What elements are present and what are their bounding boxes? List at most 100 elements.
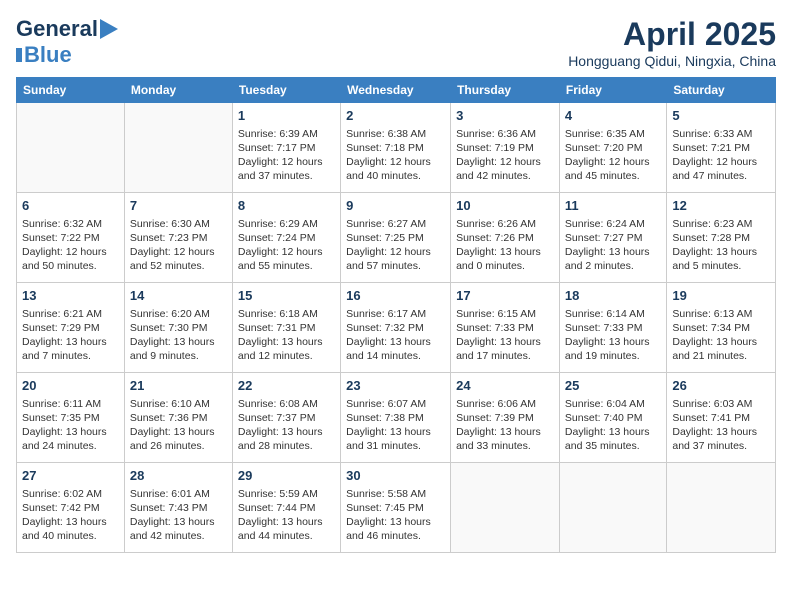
calendar-cell: 7 Sunrise: 6:30 AM Sunset: 7:23 PM Daylig…	[124, 193, 232, 283]
day-number: 18	[565, 287, 661, 305]
calendar-cell: 17 Sunrise: 6:15 AM Sunset: 7:33 PM Dayli…	[451, 283, 560, 373]
weekday-thursday: Thursday	[451, 78, 560, 103]
calendar-cell	[559, 463, 666, 553]
day-number: 7	[130, 197, 227, 215]
week-row-1: 6 Sunrise: 6:32 AM Sunset: 7:22 PM Daylig…	[17, 193, 776, 283]
day-number: 16	[346, 287, 445, 305]
calendar-cell	[451, 463, 560, 553]
calendar-cell: 23 Sunrise: 6:07 AM Sunset: 7:38 PM Dayli…	[341, 373, 451, 463]
day-info: Sunrise: 6:06 AM Sunset: 7:39 PM Dayligh…	[456, 397, 554, 454]
day-number: 8	[238, 197, 335, 215]
calendar-cell: 21Sunrise: 6:10 AM Sunset: 7:36 PM Dayli…	[124, 373, 232, 463]
weekday-monday: Monday	[124, 78, 232, 103]
day-info: Sunrise: 6:08 AM Sunset: 7:37 PM Dayligh…	[238, 397, 335, 454]
day-info: Sunrise: 6:14 AM Sunset: 7:33 PM Dayligh…	[565, 307, 661, 364]
day-number: 19	[672, 287, 770, 305]
day-number: 14	[130, 287, 227, 305]
day-info: Sunrise: 6:30 AM Sunset: 7:23 PM Dayligh…	[130, 217, 227, 274]
day-number: 1	[238, 107, 335, 125]
calendar-cell: 9 Sunrise: 6:27 AM Sunset: 7:25 PM Daylig…	[341, 193, 451, 283]
day-number: 29	[238, 467, 335, 485]
day-number: 28	[130, 467, 227, 485]
day-info: Sunrise: 6:17 AM Sunset: 7:32 PM Dayligh…	[346, 307, 445, 364]
calendar-cell: 10Sunrise: 6:26 AM Sunset: 7:26 PM Dayli…	[451, 193, 560, 283]
weekday-wednesday: Wednesday	[341, 78, 451, 103]
day-number: 11	[565, 197, 661, 215]
day-info: Sunrise: 6:11 AM Sunset: 7:35 PM Dayligh…	[22, 397, 119, 454]
calendar-cell: 16 Sunrise: 6:17 AM Sunset: 7:32 PM Dayli…	[341, 283, 451, 373]
week-row-3: 20 Sunrise: 6:11 AM Sunset: 7:35 PM Dayli…	[17, 373, 776, 463]
weekday-header-row: SundayMondayTuesdayWednesdayThursdayFrid…	[17, 78, 776, 103]
calendar-cell	[124, 103, 232, 193]
day-info: Sunrise: 5:59 AM Sunset: 7:44 PM Dayligh…	[238, 487, 335, 544]
calendar-cell: 18 Sunrise: 6:14 AM Sunset: 7:33 PM Dayli…	[559, 283, 666, 373]
day-info: Sunrise: 6:26 AM Sunset: 7:26 PM Dayligh…	[456, 217, 554, 274]
day-number: 4	[565, 107, 661, 125]
location-title: Hongguang Qidui, Ningxia, China	[568, 53, 776, 69]
day-info: Sunrise: 6:33 AM Sunset: 7:21 PM Dayligh…	[672, 127, 770, 184]
calendar-cell: 19Sunrise: 6:13 AM Sunset: 7:34 PM Dayli…	[667, 283, 776, 373]
day-info: Sunrise: 5:58 AM Sunset: 7:45 PM Dayligh…	[346, 487, 445, 544]
weekday-friday: Friday	[559, 78, 666, 103]
week-row-4: 27Sunrise: 6:02 AM Sunset: 7:42 PM Dayli…	[17, 463, 776, 553]
day-info: Sunrise: 6:15 AM Sunset: 7:33 PM Dayligh…	[456, 307, 554, 364]
logo-arrow-icon	[100, 19, 118, 39]
calendar-cell	[17, 103, 125, 193]
day-info: Sunrise: 6:04 AM Sunset: 7:40 PM Dayligh…	[565, 397, 661, 454]
calendar-cell: 4Sunrise: 6:35 AM Sunset: 7:20 PM Daylig…	[559, 103, 666, 193]
day-number: 3	[456, 107, 554, 125]
day-number: 21	[130, 377, 227, 395]
day-number: 13	[22, 287, 119, 305]
calendar-cell: 15 Sunrise: 6:18 AM Sunset: 7:31 PM Dayli…	[232, 283, 340, 373]
calendar-cell: 11Sunrise: 6:24 AM Sunset: 7:27 PM Dayli…	[559, 193, 666, 283]
day-number: 15	[238, 287, 335, 305]
week-row-2: 13 Sunrise: 6:21 AM Sunset: 7:29 PM Dayli…	[17, 283, 776, 373]
calendar-cell: 29 Sunrise: 5:59 AM Sunset: 7:44 PM Dayli…	[232, 463, 340, 553]
day-info: Sunrise: 6:01 AM Sunset: 7:43 PM Dayligh…	[130, 487, 227, 544]
calendar-cell: 28 Sunrise: 6:01 AM Sunset: 7:43 PM Dayli…	[124, 463, 232, 553]
day-info: Sunrise: 6:23 AM Sunset: 7:28 PM Dayligh…	[672, 217, 770, 274]
calendar-body: 1 Sunrise: 6:39 AM Sunset: 7:17 PM Daylig…	[17, 103, 776, 553]
month-title: April 2025	[568, 16, 776, 53]
day-number: 23	[346, 377, 445, 395]
calendar-cell: 3 Sunrise: 6:36 AM Sunset: 7:19 PM Daylig…	[451, 103, 560, 193]
calendar-cell: 13 Sunrise: 6:21 AM Sunset: 7:29 PM Dayli…	[17, 283, 125, 373]
day-number: 2	[346, 107, 445, 125]
day-info: Sunrise: 6:02 AM Sunset: 7:42 PM Dayligh…	[22, 487, 119, 544]
calendar-cell: 22 Sunrise: 6:08 AM Sunset: 7:37 PM Dayli…	[232, 373, 340, 463]
week-row-0: 1 Sunrise: 6:39 AM Sunset: 7:17 PM Daylig…	[17, 103, 776, 193]
day-info: Sunrise: 6:36 AM Sunset: 7:19 PM Dayligh…	[456, 127, 554, 184]
day-number: 22	[238, 377, 335, 395]
calendar-cell: 6 Sunrise: 6:32 AM Sunset: 7:22 PM Daylig…	[17, 193, 125, 283]
day-number: 5	[672, 107, 770, 125]
day-number: 6	[22, 197, 119, 215]
day-info: Sunrise: 6:39 AM Sunset: 7:17 PM Dayligh…	[238, 127, 335, 184]
day-number: 24	[456, 377, 554, 395]
day-number: 17	[456, 287, 554, 305]
logo-text-blue: Blue	[24, 42, 72, 68]
day-info: Sunrise: 6:07 AM Sunset: 7:38 PM Dayligh…	[346, 397, 445, 454]
calendar-cell: 26Sunrise: 6:03 AM Sunset: 7:41 PM Dayli…	[667, 373, 776, 463]
day-number: 9	[346, 197, 445, 215]
title-block: April 2025 Hongguang Qidui, Ningxia, Chi…	[568, 16, 776, 69]
calendar-cell: 24 Sunrise: 6:06 AM Sunset: 7:39 PM Dayli…	[451, 373, 560, 463]
calendar-cell: 25Sunrise: 6:04 AM Sunset: 7:40 PM Dayli…	[559, 373, 666, 463]
day-info: Sunrise: 6:32 AM Sunset: 7:22 PM Dayligh…	[22, 217, 119, 274]
calendar-cell: 12 Sunrise: 6:23 AM Sunset: 7:28 PM Dayli…	[667, 193, 776, 283]
logo-text-general: General	[16, 16, 98, 42]
calendar-cell: 14Sunrise: 6:20 AM Sunset: 7:30 PM Dayli…	[124, 283, 232, 373]
weekday-sunday: Sunday	[17, 78, 125, 103]
weekday-saturday: Saturday	[667, 78, 776, 103]
calendar-cell: 1 Sunrise: 6:39 AM Sunset: 7:17 PM Daylig…	[232, 103, 340, 193]
day-number: 20	[22, 377, 119, 395]
day-info: Sunrise: 6:27 AM Sunset: 7:25 PM Dayligh…	[346, 217, 445, 274]
day-info: Sunrise: 6:29 AM Sunset: 7:24 PM Dayligh…	[238, 217, 335, 274]
calendar-table: SundayMondayTuesdayWednesdayThursdayFrid…	[16, 77, 776, 553]
day-info: Sunrise: 6:21 AM Sunset: 7:29 PM Dayligh…	[22, 307, 119, 364]
day-info: Sunrise: 6:18 AM Sunset: 7:31 PM Dayligh…	[238, 307, 335, 364]
calendar-cell: 8 Sunrise: 6:29 AM Sunset: 7:24 PM Daylig…	[232, 193, 340, 283]
day-info: Sunrise: 6:38 AM Sunset: 7:18 PM Dayligh…	[346, 127, 445, 184]
calendar-cell: 30 Sunrise: 5:58 AM Sunset: 7:45 PM Dayli…	[341, 463, 451, 553]
day-number: 30	[346, 467, 445, 485]
day-number: 12	[672, 197, 770, 215]
